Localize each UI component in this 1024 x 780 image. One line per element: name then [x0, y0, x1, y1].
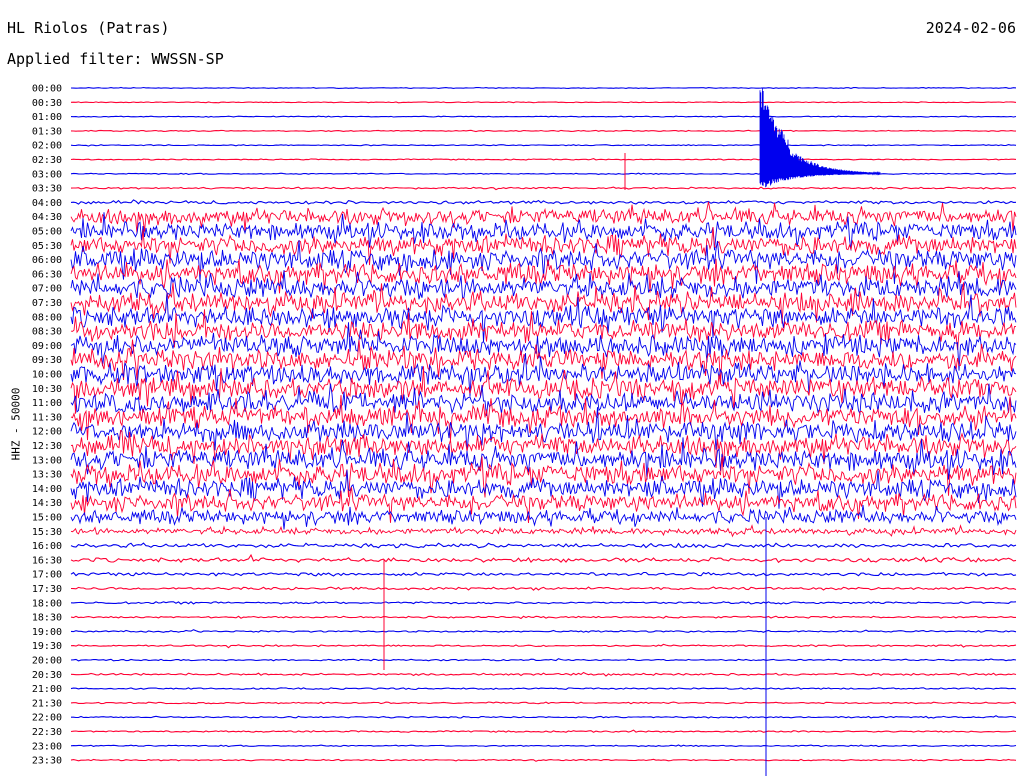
time-tick-label: 04:00 [32, 198, 62, 209]
seismic-trace [70, 524, 1017, 538]
time-tick-label: 20:30 [32, 670, 62, 681]
time-tick-label: 00:30 [32, 98, 62, 109]
time-tick-label: 12:00 [32, 427, 62, 438]
seismic-trace [70, 129, 1017, 133]
seismic-trace [70, 86, 1017, 90]
time-tick-label: 08:00 [32, 312, 62, 323]
seismic-trace [70, 339, 1017, 384]
time-tick-label: 17:30 [32, 584, 62, 595]
seismic-trace [70, 239, 1017, 284]
time-tick-label: 10:00 [32, 370, 62, 381]
seismic-trace [70, 456, 1017, 498]
seismic-trace [70, 571, 1017, 577]
time-tick-label: 23:00 [32, 741, 62, 752]
time-tick-label: 19:00 [32, 627, 62, 638]
time-tick-label: 14:00 [32, 484, 62, 495]
seismic-trace [70, 437, 1017, 480]
time-tick-label: 14:30 [32, 498, 62, 509]
seismic-trace [70, 758, 1017, 762]
seismic-trace [70, 601, 1017, 605]
seismic-trace [70, 701, 1017, 705]
seismic-trace [70, 615, 1016, 620]
seismic-trace [71, 715, 1017, 719]
seismic-trace [70, 643, 1017, 649]
time-tick-label: 19:30 [32, 641, 62, 652]
seismic-trace [70, 101, 1017, 104]
time-tick-label: 09:30 [32, 355, 62, 366]
time-tick-label: 21:30 [32, 698, 62, 709]
time-tick-label: 08:30 [32, 327, 62, 338]
seismic-trace [70, 115, 1017, 118]
time-tick-label: 15:00 [32, 513, 62, 524]
seismic-trace [70, 729, 1017, 733]
seismic-trace [70, 199, 1017, 205]
seismic-trace [70, 553, 1017, 564]
time-tick-label: 01:30 [32, 126, 62, 137]
helicorder-plot: 00:00 00:30 01:00 01:30 02:00 02:30 03:00 03:30… [32, 84, 1017, 776]
time-tick-label: 20:00 [32, 656, 62, 667]
time-tick-label: 18:00 [32, 598, 62, 609]
time-tick-label: 02:30 [32, 155, 62, 166]
seismic-trace [70, 144, 1017, 147]
time-tick-label: 09:00 [32, 341, 62, 352]
time-tick-label: 16:00 [32, 541, 62, 552]
time-tick-label: 10:30 [32, 384, 62, 395]
seismic-trace [70, 586, 1017, 591]
seismic-trace [70, 293, 1017, 342]
time-tick-label: 06:00 [32, 255, 62, 266]
time-tick-label: 06:30 [32, 269, 62, 280]
time-tick-label: 12:30 [32, 441, 62, 452]
time-tick-label: 22:30 [32, 727, 62, 738]
time-tick-label: 16:30 [32, 555, 62, 566]
time-tick-label: 00:00 [32, 84, 62, 95]
time-tick-label: 03:00 [32, 169, 62, 180]
time-tick-label: 07:30 [32, 298, 62, 309]
time-tick-label: 11:30 [32, 412, 62, 423]
seismic-trace [70, 658, 1017, 662]
seismic-trace [70, 744, 1017, 748]
time-tick-label: 15:30 [32, 527, 62, 538]
time-tick-label: 02:00 [32, 141, 62, 152]
seismic-trace [70, 687, 1017, 691]
seismic-trace [70, 629, 1017, 633]
time-tick-label: 07:00 [32, 284, 62, 295]
time-tick-label: 13:30 [32, 470, 62, 481]
time-tick-label: 11:00 [32, 398, 62, 409]
time-tick-label: 05:30 [32, 241, 62, 252]
seismic-trace [70, 186, 1017, 191]
time-tick-label: 17:00 [32, 570, 62, 581]
time-tick-label: 21:00 [32, 684, 62, 695]
time-tick-label: 03:30 [32, 184, 62, 195]
seismic-trace [70, 158, 1017, 161]
time-tick-label: 22:00 [32, 713, 62, 724]
time-tick-label: 18:30 [32, 613, 62, 624]
seismic-trace [70, 671, 1017, 677]
time-tick-label: 23:30 [32, 756, 62, 767]
time-tick-label: 05:00 [32, 227, 62, 238]
time-tick-label: 04:30 [32, 212, 62, 223]
time-tick-label: 13:00 [32, 455, 62, 466]
time-tick-label: 01:00 [32, 112, 62, 123]
seismic-trace [70, 542, 1017, 549]
